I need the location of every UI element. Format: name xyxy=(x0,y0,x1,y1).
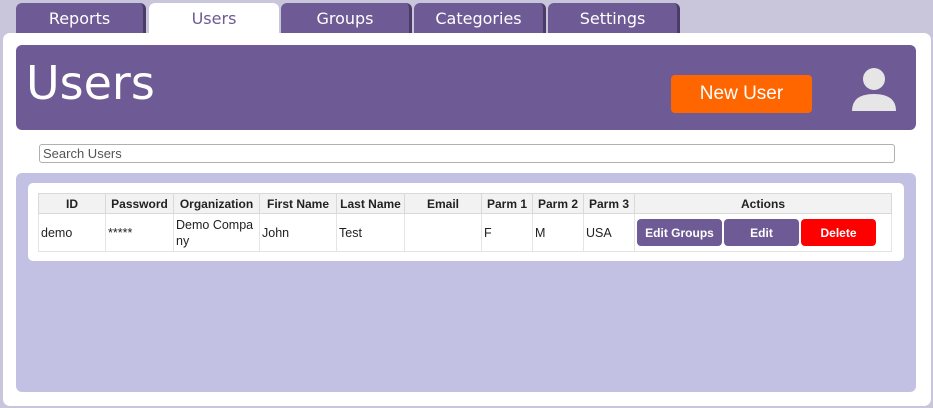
tab-categories[interactable]: Categories xyxy=(414,3,546,34)
cell-organization: Demo Company xyxy=(173,213,260,252)
col-header-id: ID xyxy=(38,193,106,214)
user-avatar-icon[interactable] xyxy=(850,65,898,113)
tab-users[interactable]: Users xyxy=(149,3,279,36)
table-header-row: ID Password Organization First Name Last… xyxy=(38,193,892,214)
col-header-actions: Actions xyxy=(634,193,892,214)
cell-parm1: F xyxy=(481,213,533,252)
col-header-password: Password xyxy=(105,193,174,214)
users-card: ID Password Organization First Name Last… xyxy=(28,183,904,261)
cell-last-name: Test xyxy=(336,213,405,252)
col-header-email: Email xyxy=(404,193,482,214)
users-table: ID Password Organization First Name Last… xyxy=(38,193,892,252)
cell-actions: Edit Groups Edit Delete xyxy=(634,213,892,252)
page-title: Users xyxy=(26,56,155,110)
table-row: demo ***** Demo Company John Test F M US… xyxy=(38,213,892,252)
col-header-first-name: First Name xyxy=(259,193,337,214)
content-area: ID Password Organization First Name Last… xyxy=(16,173,916,392)
col-header-parm3: Parm 3 xyxy=(583,193,635,214)
tab-groups[interactable]: Groups xyxy=(281,3,412,34)
page-header: Users New User xyxy=(16,45,916,130)
new-user-button[interactable]: New User xyxy=(671,75,812,113)
tab-settings[interactable]: Settings xyxy=(548,3,680,34)
edit-groups-button[interactable]: Edit Groups xyxy=(637,219,722,246)
col-header-organization: Organization xyxy=(173,193,260,214)
cell-parm3: USA xyxy=(583,213,635,252)
edit-button[interactable]: Edit xyxy=(724,219,799,246)
cell-first-name: John xyxy=(259,213,337,252)
delete-button[interactable]: Delete xyxy=(801,219,876,246)
cell-parm2: M xyxy=(532,213,584,252)
main-panel: Users New User ID Password Orga xyxy=(3,33,931,406)
cell-password: ***** xyxy=(105,213,174,252)
col-header-last-name: Last Name xyxy=(336,193,405,214)
col-header-parm1: Parm 1 xyxy=(481,193,533,214)
cell-id: demo xyxy=(38,213,106,252)
search-input[interactable] xyxy=(39,144,895,163)
cell-email xyxy=(404,213,482,252)
col-header-parm2: Parm 2 xyxy=(532,193,584,214)
tab-reports[interactable]: Reports xyxy=(16,3,146,34)
